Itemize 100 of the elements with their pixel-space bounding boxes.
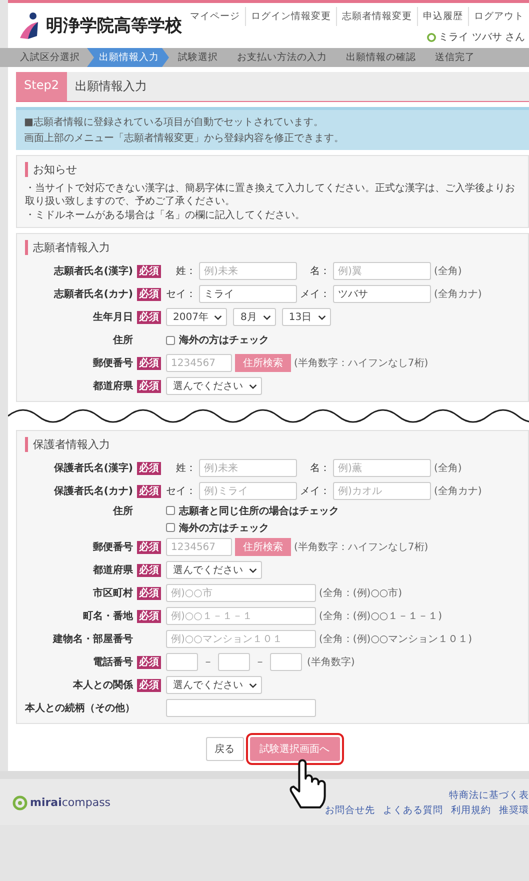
notice-text: ・ミドルネームがある場合は「名」の欄に記入してください。 [25,210,306,222]
postal-code-input[interactable]: 1234567 [166,354,232,372]
footer-link[interactable]: 推奨環 [499,804,529,816]
required-badge: 必須 [137,540,161,554]
date-dropdown[interactable]: 2007年 [166,308,228,326]
field-label: 住所 [112,504,133,518]
notice-text: ・当サイトで対応できない漢字は、簡易字体に置き換えて入力してください。正式な漢字は、ご入学後よりお取り扱い致しますので、予めご了承ください。 [25,183,516,208]
chevron-down-icon [262,314,271,320]
field-prefix: 姓： [175,265,196,278]
dropdown[interactable]: 選んでください [166,561,262,579]
user-icon [426,32,436,42]
footer-link[interactable]: よくある質問 [383,804,443,816]
checkbox-label[interactable]: 志願者と同じ住所の場合はチェック [179,504,339,518]
required-badge: 必須 [137,586,161,600]
back-button[interactable]: 戻る [206,736,244,760]
checkbox-label[interactable]: 海外の方はチェック [179,520,269,534]
field-label: 電話番号 [92,656,133,669]
name-input[interactable]: ツバサ [333,285,431,303]
required-badge: 必須 [137,564,161,576]
dash-separator: － [203,656,213,669]
text-input[interactable]: 例)○○市 [166,584,316,602]
phone-input[interactable] [270,653,302,671]
text-input[interactable]: 例)○○マンション１０１ [166,630,316,648]
field-label: 町名・番地 [82,610,133,623]
name-input[interactable]: 例)薫 [333,459,431,477]
nav-link[interactable]: ログイン情報変更 [245,7,336,26]
name-input[interactable]: 例)カオル [333,482,431,500]
required-badge: 必須 [137,310,161,324]
nav-link[interactable]: 申込履歴 [417,7,468,26]
nav-link[interactable]: 志願者情報変更 [336,7,417,26]
field-label: 都道府県 [92,379,133,393]
postal-code-input[interactable]: 1234567 [166,538,232,556]
date-dropdown[interactable]: 13日 [282,308,331,326]
nav-link[interactable]: ログアウト [468,7,529,26]
field-note: (半角数字) [307,656,355,669]
nav-link[interactable]: マイページ [185,7,245,26]
field-label: 志願者氏名(カナ) [52,288,133,301]
field-label: 本人との関係 [72,678,133,692]
page-title: 出願情報入力 [74,78,148,95]
name-input[interactable]: 例)未来 [199,262,297,280]
brand-logo-text: miraicompass [30,796,111,809]
field-prefix: 姓： [175,462,196,475]
field-prefix: メイ： [300,288,330,301]
field-note: (全角カナ) [434,288,482,301]
footer-link[interactable]: 利用規約 [451,804,491,816]
required-badge: 必須 [137,288,161,300]
progress-step: 出願情報入力 [87,48,169,67]
field-label: 郵便番号 [92,540,133,554]
dash-separator: － [255,656,265,669]
chevron-down-icon [249,568,257,572]
school-name: 明浄学院高等学校 [46,15,182,37]
field-label: 都道府県 [92,563,133,577]
checkbox[interactable] [166,523,175,532]
field-prefix: 名： [309,265,330,278]
checkbox[interactable] [166,336,175,344]
chevron-down-icon [249,682,257,688]
required-badge: 必須 [137,484,161,498]
field-note: (半角数字：ハイフンなし7桁) [294,356,428,370]
phone-input[interactable] [218,653,250,671]
name-input[interactable]: 例)翼 [333,262,431,280]
required-badge: 必須 [137,380,161,392]
chevron-down-icon [214,314,222,320]
name-input[interactable]: 例)未来 [199,459,297,477]
name-input[interactable]: 例)ミライ [199,482,297,500]
section-title: 志願者情報入力 [25,240,520,254]
required-badge: 必須 [137,264,161,278]
field-label: 本人との続柄（その他） [25,702,133,715]
info-text: 画面上部のメニュー「志願者情報変更」から登録内容を修正できます。 [24,132,345,145]
field-label: 保護者氏名(カナ) [52,484,133,498]
compass-logo-icon [12,794,28,810]
text-input[interactable] [166,699,316,717]
checkbox[interactable] [166,506,175,515]
user-name: ミライ ツバサ さん [438,31,525,44]
field-label: 住所 [112,334,133,347]
info-text: ■志願者情報に登録されている項目が自動でセットされています。 [24,116,324,129]
date-dropdown[interactable]: 8月 [233,308,276,326]
field-note: (全角) [434,462,462,475]
required-badge: 必須 [137,610,161,622]
step-badge: Step2 [16,72,67,101]
text-input[interactable]: 例)○○１－１－１ [166,607,316,625]
required-badge: 必須 [137,462,161,474]
field-label: 生年月日 [92,310,133,324]
name-input[interactable]: ミライ [199,285,297,303]
field-prefix: 名： [309,462,330,475]
field-label: 建物名・部屋番号 [52,632,133,646]
field-prefix: メイ： [300,485,330,498]
checkbox-label[interactable]: 海外の方はチェック [179,333,269,347]
dropdown[interactable]: 選んでください [166,377,262,395]
required-badge: 必須 [137,656,161,668]
footer-link[interactable]: 特商法に基づく表 [449,788,529,802]
section-title: お知らせ [25,162,520,177]
footer-link[interactable]: お問合せ先 [325,804,375,816]
field-note: (全角：(例)○○マンション１０１) [319,633,472,646]
field-prefix: セイ： [166,485,196,498]
field-note: (全角：(例)○○市) [319,586,402,600]
field-note: (全角カナ) [434,485,482,498]
phone-input[interactable] [166,653,198,671]
chevron-down-icon [318,314,326,320]
field-label: 市区町村 [92,586,133,600]
dropdown[interactable]: 選んでください [166,676,262,694]
